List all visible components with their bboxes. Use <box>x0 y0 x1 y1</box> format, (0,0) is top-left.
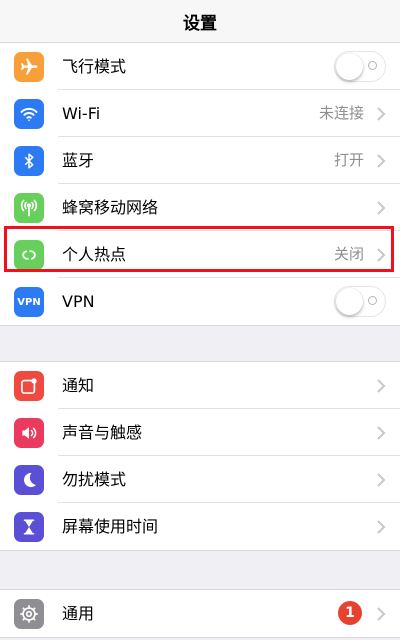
chevron-right-icon <box>377 607 386 621</box>
chevron-right-icon <box>377 107 386 121</box>
airplane-mode-label: 飞行模式 <box>62 57 127 76</box>
vpn-icon: VPN <box>14 287 44 317</box>
chevron-right-icon <box>377 379 386 393</box>
wifi-status: 未连接 <box>318 104 364 122</box>
cellular-row[interactable]: 蜂窝移动网络 <box>0 184 400 231</box>
vpn-toggle[interactable] <box>334 286 386 317</box>
toggle-knob <box>336 288 363 315</box>
notifications-row[interactable]: 通知 <box>0 362 400 409</box>
cellular-label: 蜂窝移动网络 <box>62 198 159 217</box>
do-not-disturb-label: 勿扰模式 <box>62 470 127 489</box>
moon-icon <box>14 465 44 495</box>
cellular-icon <box>14 193 44 223</box>
hotspot-icon <box>14 240 44 270</box>
update-badge: 1 <box>338 601 362 625</box>
notifications-group: 通知 声音与触感 勿扰模式 屏幕使用时间 <box>0 361 400 551</box>
personal-hotspot-row[interactable]: 个人热点 关闭 <box>0 231 400 278</box>
notification-icon <box>14 371 44 401</box>
hourglass-icon <box>14 512 44 542</box>
chevron-right-icon <box>377 154 386 168</box>
airplane-mode-row[interactable]: 飞行模式 <box>0 43 400 90</box>
chevron-right-icon <box>377 426 386 440</box>
airplane-icon <box>14 52 44 82</box>
chevron-right-icon <box>377 248 386 262</box>
personal-hotspot-status: 关闭 <box>333 245 364 263</box>
wifi-row[interactable]: Wi-Fi 未连接 <box>0 90 400 137</box>
airplane-mode-toggle[interactable] <box>334 51 386 82</box>
speaker-icon <box>14 418 44 448</box>
notifications-label: 通知 <box>62 376 95 395</box>
personal-hotspot-label: 个人热点 <box>62 245 127 264</box>
sounds-haptics-row[interactable]: 声音与触感 <box>0 409 400 456</box>
gear-icon <box>14 599 44 629</box>
connectivity-group: 飞行模式 Wi-Fi 未连接 蓝牙 打开 蜂窝移动网络 个人热点 关闭 VPN … <box>0 42 400 326</box>
do-not-disturb-row[interactable]: 勿扰模式 <box>0 456 400 503</box>
sounds-haptics-label: 声音与触感 <box>62 423 143 442</box>
bluetooth-icon <box>14 146 44 176</box>
toggle-off-indicator <box>368 61 377 70</box>
vpn-row[interactable]: VPN VPN <box>0 278 400 325</box>
bluetooth-status: 打开 <box>333 151 364 169</box>
vpn-icon-text: VPN <box>17 296 41 308</box>
bluetooth-row[interactable]: 蓝牙 打开 <box>0 137 400 184</box>
bluetooth-label: 蓝牙 <box>62 151 95 170</box>
page-title: 设置 <box>183 13 217 34</box>
toggle-off-indicator <box>368 296 377 305</box>
chevron-right-icon <box>377 201 386 215</box>
screen-time-label: 屏幕使用时间 <box>62 517 159 536</box>
chevron-right-icon <box>377 473 386 487</box>
wifi-label: Wi-Fi <box>62 104 101 123</box>
chevron-right-icon <box>377 520 386 534</box>
screen-time-row[interactable]: 屏幕使用时间 <box>0 503 400 550</box>
navigation-bar: 设置 <box>0 0 400 43</box>
general-group: 通用 1 <box>0 589 400 638</box>
general-label: 通用 <box>62 604 95 623</box>
wifi-icon <box>14 99 44 129</box>
vpn-label: VPN <box>62 292 95 311</box>
toggle-knob <box>336 53 363 80</box>
general-row[interactable]: 通用 1 <box>0 590 400 637</box>
